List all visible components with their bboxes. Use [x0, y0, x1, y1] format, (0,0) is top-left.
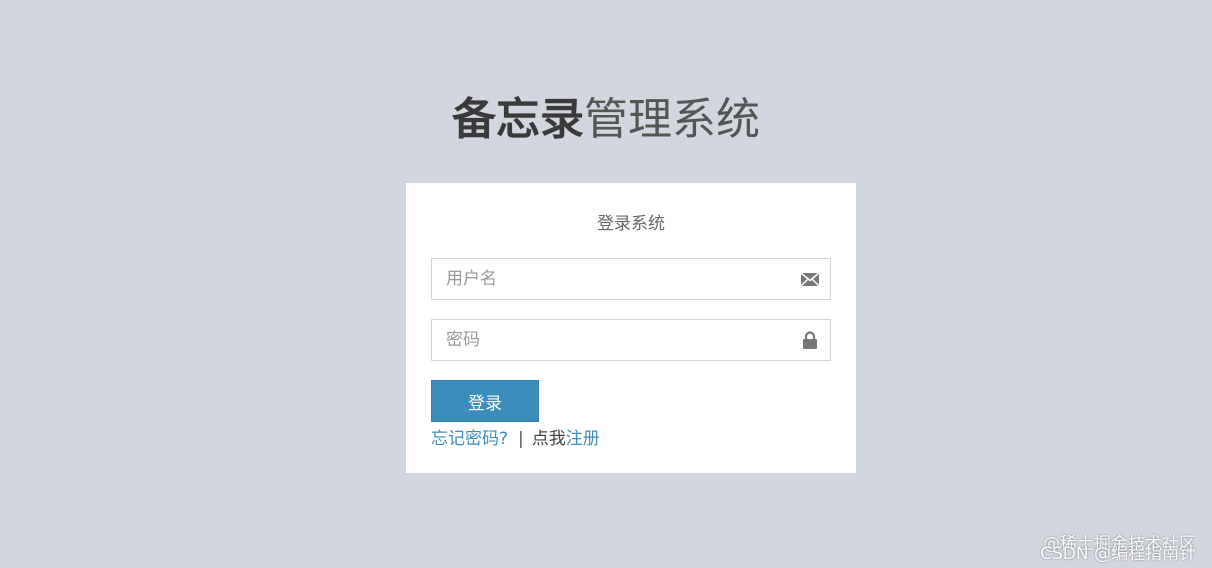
- login-box-message: 登录系统: [597, 214, 665, 234]
- logo-bold-text: 备忘录: [452, 94, 584, 145]
- watermark: @稀土掘金技术社区 CSDN @编程指南针: [1040, 530, 1196, 564]
- register-link[interactable]: 注册: [566, 429, 600, 449]
- login-button[interactable]: 登录: [431, 380, 539, 422]
- app-logo-title: 备忘录管理系统: [0, 90, 1212, 150]
- links-separator: |: [518, 429, 524, 449]
- register-prefix-text: 点我: [531, 429, 566, 449]
- logo-light-text: 管理系统: [584, 94, 760, 145]
- login-links: 忘记密码? | 点我注册: [431, 424, 600, 449]
- envelope-icon: [800, 269, 820, 289]
- username-field: [431, 258, 831, 300]
- watermark-line-2: CSDN @编程指南针: [1040, 544, 1196, 564]
- forgot-password-link[interactable]: 忘记密码?: [431, 429, 508, 449]
- username-input[interactable]: [432, 259, 786, 299]
- login-box: 登录系统 登录 忘记密码? | 点我注册: [406, 183, 856, 473]
- lock-icon: [800, 330, 820, 350]
- password-field: [431, 319, 831, 361]
- password-input[interactable]: [432, 320, 786, 360]
